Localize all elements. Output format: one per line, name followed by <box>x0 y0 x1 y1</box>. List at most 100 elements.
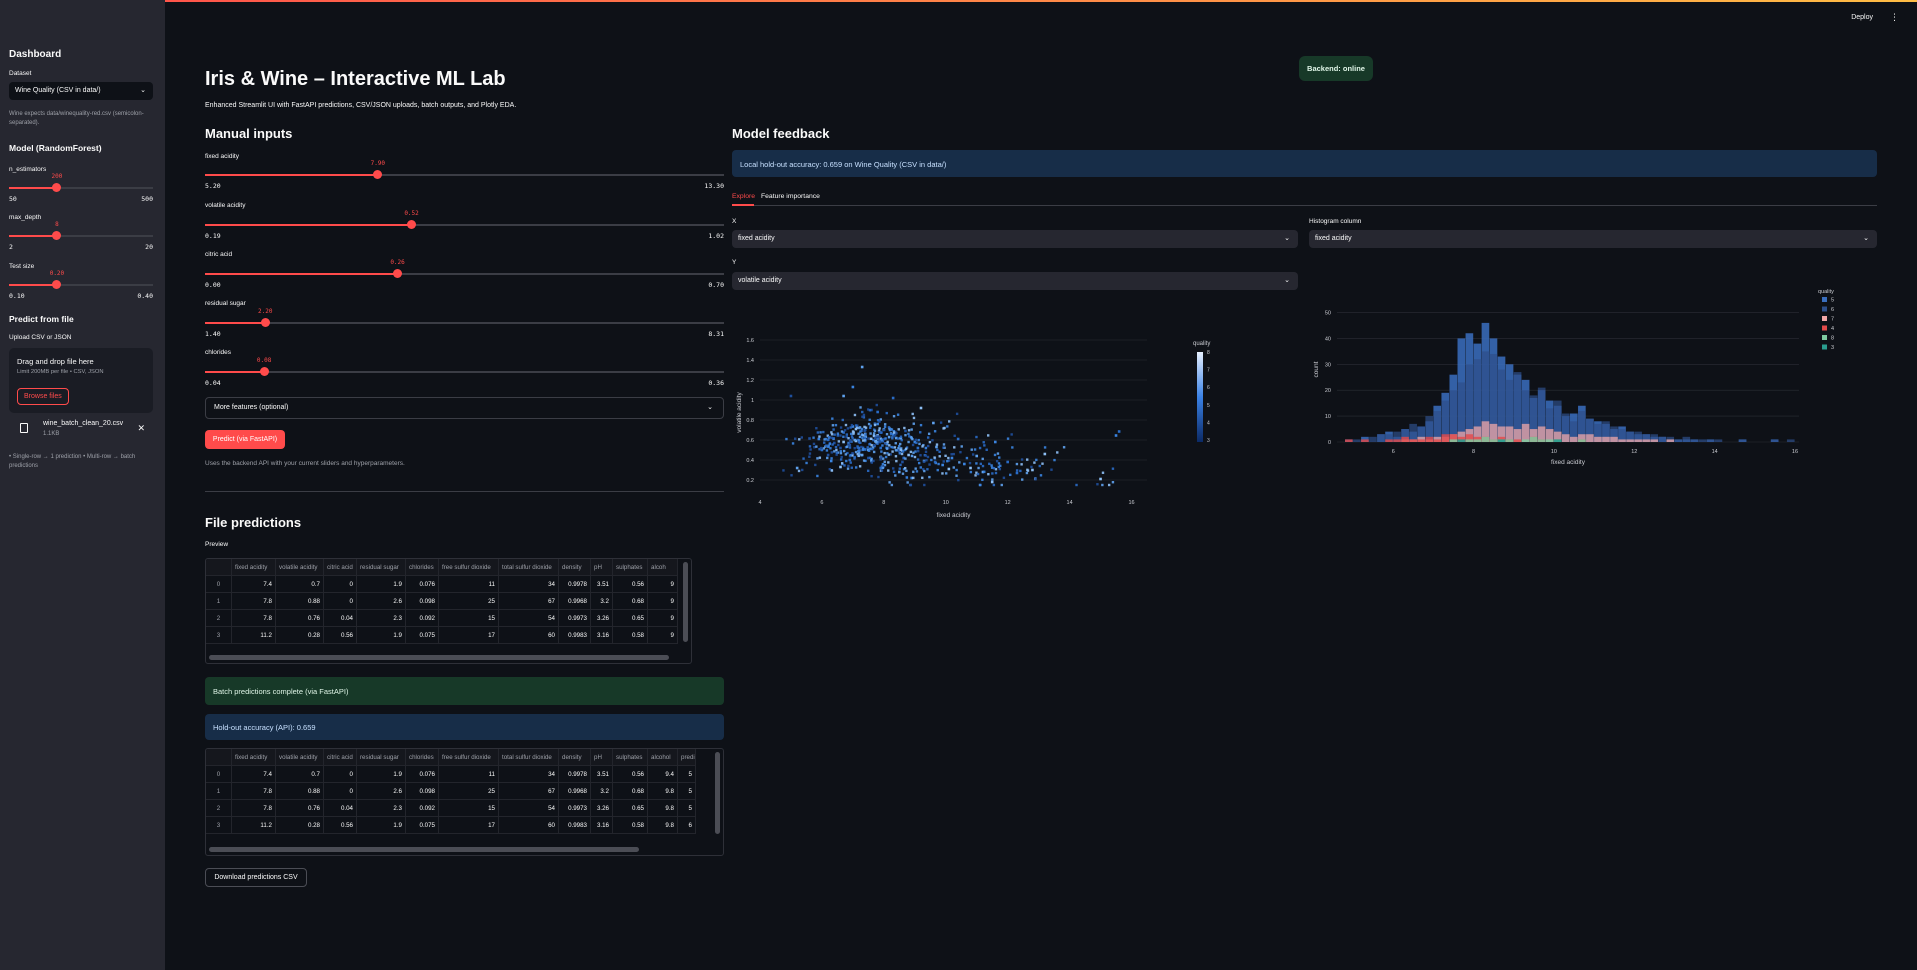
residual-sugar-slider[interactable]: 2.20 1.40 8.31 <box>205 308 724 338</box>
column-header[interactable]: fixed acidity <box>232 559 276 576</box>
column-header[interactable]: volatile acidity <box>276 559 324 576</box>
scatter-point <box>891 396 895 400</box>
predictions-table[interactable]: fixed acidity volatile acidity citric acid… <box>205 748 724 856</box>
test-size-slider[interactable]: 0.20 0.10 0.40 <box>9 270 153 300</box>
max-depth-slider[interactable]: 8 2 20 <box>9 221 153 251</box>
scatter-point <box>931 439 934 442</box>
scatter-chart[interactable]: 0.2 0.4 0.6 0.8 1 1.2 1.4 1.6 4 6 8 10 12 14 16 fixed a… <box>732 320 1232 520</box>
page-subtitle: Enhanced Streamlit UI with FastAPI predi… <box>205 102 517 109</box>
scatter-point <box>842 435 845 438</box>
table-row: 2 7.8 0.76 0.04 2.3 0.092 15 54 0.9973 3.26 0.65 9 <box>206 610 678 627</box>
vertical-scrollbar[interactable] <box>715 752 720 834</box>
deploy-button[interactable]: Deploy <box>1851 14 1873 21</box>
dataset-select[interactable]: Wine Quality (CSV in data/) ⌄ <box>9 82 153 100</box>
scatter-point <box>975 454 979 458</box>
column-header[interactable]: total sulfur dioxide <box>499 559 559 576</box>
table-cell: 67 <box>499 593 559 610</box>
scatter-point <box>922 460 926 463</box>
browse-files-button[interactable]: Browse files <box>17 388 69 405</box>
slider-thumb[interactable] <box>260 318 270 327</box>
scatter-point <box>1050 468 1053 471</box>
slider-thumb[interactable] <box>393 269 403 278</box>
column-header[interactable]: citric acid <box>324 559 357 576</box>
scatter-point <box>895 459 898 463</box>
file-dropzone[interactable]: Drag and drop file here Limit 200MB per … <box>9 348 153 413</box>
scatter-point <box>883 460 886 464</box>
horizontal-scrollbar[interactable] <box>209 847 639 852</box>
chlorides-label: chlorides <box>205 349 232 356</box>
column-header[interactable]: chlorides <box>406 749 439 766</box>
n-estimators-slider[interactable]: 200 50 500 <box>9 173 153 203</box>
scatter-point <box>909 483 913 487</box>
column-header[interactable]: alcohol <box>648 749 678 766</box>
column-header[interactable]: density <box>559 749 591 766</box>
scatter-point <box>839 450 843 453</box>
close-icon[interactable]: ✕ <box>137 423 145 434</box>
slider-thumb[interactable] <box>52 183 62 192</box>
column-header[interactable]: volatile acidity <box>276 749 324 766</box>
column-header[interactable]: alcoh <box>648 559 678 576</box>
histogram-chart[interactable]: 0 10 20 30 40 50 6 8 10 12 14 16 fixed acidity count q… <box>1309 285 1869 475</box>
tab-explore[interactable]: Explore <box>732 193 755 200</box>
preview-label: Preview <box>205 541 229 548</box>
more-menu-icon[interactable]: ⋮ <box>1890 12 1899 23</box>
column-header[interactable]: pH <box>591 749 613 766</box>
more-features-expander[interactable]: More features (optional) ⌄ <box>205 397 724 419</box>
scatter-point <box>818 456 822 459</box>
fixed-acidity-slider[interactable]: 7.90 5.20 13.30 <box>205 160 724 190</box>
column-header[interactable]: chlorides <box>406 559 439 576</box>
dataset-select-value: Wine Quality (CSV in data/) <box>15 87 101 94</box>
volatile-acidity-slider[interactable]: 0.52 0.19 1.02 <box>205 210 724 240</box>
table-cell: 3.16 <box>591 817 613 834</box>
y-select[interactable]: volatile acidity ⌄ <box>732 272 1298 290</box>
column-header[interactable]: sulphates <box>613 559 648 576</box>
scatter-point <box>936 448 939 452</box>
histogram-bar <box>1706 439 1715 442</box>
citric-acid-label: citric acid <box>205 251 233 258</box>
legend-label: 8 <box>1831 336 1834 342</box>
scatter-point <box>850 435 854 438</box>
scatter-point <box>933 456 936 459</box>
column-header[interactable]: total sulfur dioxide <box>499 749 559 766</box>
column-header[interactable] <box>206 559 232 576</box>
x-tick-label: 14 <box>1067 500 1073 506</box>
scatter-point <box>834 445 838 449</box>
download-predictions-button[interactable]: Download predictions CSV <box>205 868 307 887</box>
column-header[interactable]: residual sugar <box>357 749 406 766</box>
scatter-point <box>912 416 916 420</box>
column-header[interactable]: free sulfur dioxide <box>439 559 499 576</box>
column-header[interactable]: citric acid <box>324 749 357 766</box>
scatter-point <box>874 436 877 440</box>
column-header[interactable]: sulphates <box>613 749 648 766</box>
column-header[interactable]: fixed acidity <box>232 749 276 766</box>
tab-feature-importance[interactable]: Feature importance <box>761 193 820 200</box>
preview-table[interactable]: fixed acidity volatile acidity citric acid… <box>205 558 692 664</box>
legend-swatch <box>1822 335 1827 340</box>
slider-thumb[interactable] <box>373 170 383 179</box>
column-header[interactable]: residual sugar <box>357 559 406 576</box>
table-cell: 7.4 <box>232 576 276 593</box>
slider-thumb[interactable] <box>259 367 269 376</box>
slider-thumb[interactable] <box>52 231 62 240</box>
histogram-select[interactable]: fixed acidity ⌄ <box>1309 230 1877 248</box>
column-header[interactable]: density <box>559 559 591 576</box>
column-header[interactable]: pH <box>591 559 613 576</box>
vertical-scrollbar[interactable] <box>683 562 688 642</box>
legend-swatch <box>1822 306 1827 312</box>
scatter-point <box>830 469 834 472</box>
x-select[interactable]: fixed acidity ⌄ <box>732 230 1298 248</box>
column-header[interactable] <box>206 749 232 766</box>
scatter-point <box>873 423 877 427</box>
chlorides-slider[interactable]: 0.08 0.04 0.36 <box>205 357 724 387</box>
citric-acid-slider[interactable]: 0.26 0.00 0.70 <box>205 259 724 289</box>
column-header[interactable]: predi <box>678 749 696 766</box>
table-cell: 9.8 <box>648 817 678 834</box>
predict-button[interactable]: Predict (via FastAPI) <box>205 430 285 449</box>
horizontal-scrollbar[interactable] <box>209 655 669 660</box>
scatter-point <box>872 450 876 454</box>
scatter-point <box>839 434 842 437</box>
table-cell: 0.88 <box>276 593 324 610</box>
slider-thumb[interactable] <box>52 280 62 289</box>
column-header[interactable]: free sulfur dioxide <box>439 749 499 766</box>
slider-thumb[interactable] <box>407 220 417 229</box>
